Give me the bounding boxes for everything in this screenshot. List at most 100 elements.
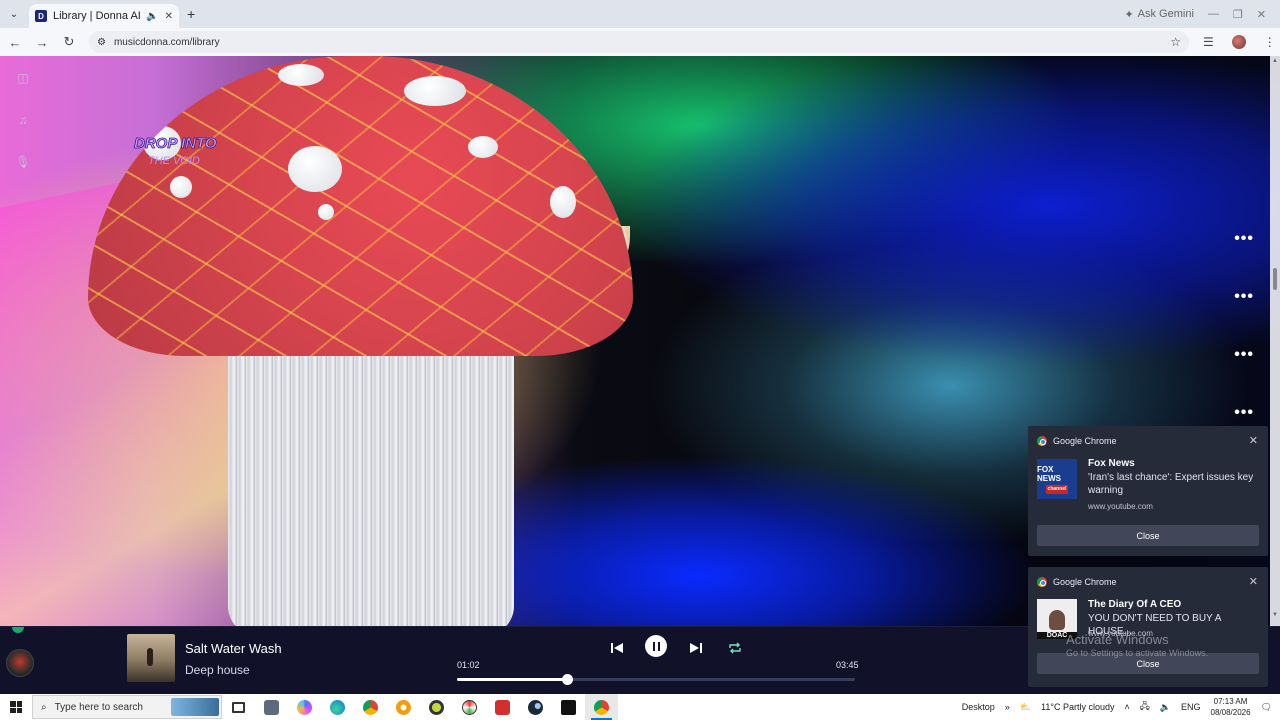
notification-source: www.youtube.com bbox=[1088, 502, 1153, 511]
scrollbar-thumb[interactable] bbox=[1273, 268, 1277, 290]
volume-icon[interactable]: 🔈 bbox=[1160, 702, 1171, 713]
tab-title: Library | Donna AI bbox=[53, 10, 141, 22]
more-options-icon[interactable]: ••• bbox=[1234, 404, 1254, 422]
progress-fill bbox=[457, 678, 567, 681]
repeat-button[interactable] bbox=[724, 637, 746, 659]
song-title[interactable]: Salt Water Wash bbox=[185, 641, 282, 656]
microphone-icon[interactable]: 🎙 bbox=[15, 154, 31, 170]
logo-line-1: DROP INTO bbox=[134, 135, 217, 152]
drop-into-the-void-logo: DROP INTO THE VOID bbox=[134, 135, 218, 167]
back-arrow-icon[interactable]: ← bbox=[3, 35, 27, 50]
notification-header: Google Chrome bbox=[1037, 436, 1117, 446]
clock-time: 07:13 AM bbox=[1213, 697, 1248, 706]
browser-toolbar: ← → ↻ ⚙ musicdonna.com/library ☆ ☰ ⋮ bbox=[0, 28, 1280, 56]
close-window-icon[interactable]: ✕ bbox=[1257, 8, 1266, 21]
tab-search-chevron-icon[interactable]: ⌄ bbox=[5, 5, 23, 23]
task-view-icon[interactable] bbox=[222, 694, 255, 720]
chrome-icon bbox=[1037, 577, 1047, 587]
minimize-icon[interactable]: — bbox=[1208, 8, 1219, 20]
next-track-button[interactable] bbox=[685, 637, 707, 659]
toolbar-overflow-icon[interactable]: » bbox=[1005, 702, 1010, 712]
notification-card-fox[interactable]: Google Chrome ✕ FOX NEWS channel Fox New… bbox=[1028, 426, 1268, 556]
edge-browser-icon[interactable] bbox=[321, 694, 354, 720]
chrome-menu-icon[interactable]: ⋮ bbox=[1264, 35, 1276, 49]
skip-forward-icon bbox=[690, 643, 702, 653]
chrome-active-icon[interactable] bbox=[585, 694, 618, 720]
forward-arrow-icon[interactable]: → bbox=[30, 35, 54, 50]
reload-icon[interactable]: ↻ bbox=[57, 34, 81, 50]
taskbar-search-box[interactable]: ⌕ Type here to search bbox=[32, 695, 222, 719]
start-button[interactable] bbox=[0, 694, 32, 720]
sidebar-toggle-icon[interactable]: ◫ bbox=[15, 70, 31, 86]
notification-title: Fox News bbox=[1088, 458, 1135, 469]
network-icon[interactable]: 🖧 bbox=[1140, 699, 1150, 715]
chrome-icon bbox=[1037, 436, 1047, 446]
gemini-sparkle-icon: ✦ bbox=[1124, 8, 1134, 21]
album-cover[interactable] bbox=[127, 634, 175, 682]
copilot-icon[interactable] bbox=[288, 694, 321, 720]
weather-icon[interactable]: ⛅ bbox=[1020, 702, 1031, 713]
notification-title: The Diary Of A CEO bbox=[1088, 599, 1182, 610]
language-indicator[interactable]: ENG bbox=[1181, 702, 1201, 712]
total-duration: 03:45 bbox=[836, 660, 859, 670]
notification-card-doac[interactable]: Google Chrome ✕ DOAC The Diary Of A CEO … bbox=[1028, 567, 1268, 687]
more-options-icon[interactable]: ••• bbox=[1234, 230, 1254, 248]
dismiss-notification-icon[interactable]: ✕ bbox=[1249, 575, 1258, 588]
screen: ⌄ D Library | Donna AI 🔈 ✕ + ✦ Ask Gemin… bbox=[0, 0, 1280, 720]
close-tab-icon[interactable]: ✕ bbox=[165, 11, 173, 22]
user-avatar[interactable] bbox=[6, 649, 34, 677]
ask-gemini-label: Ask Gemini bbox=[1137, 8, 1194, 20]
show-hidden-icons-icon[interactable]: ˄ bbox=[1124, 702, 1129, 712]
cap-spot bbox=[404, 76, 466, 106]
weather-label[interactable]: 11°C Partly cloudy bbox=[1041, 702, 1114, 712]
more-options-icon[interactable]: ••• bbox=[1234, 346, 1254, 364]
notification-body: 'Iran's last chance': Expert issues key … bbox=[1088, 472, 1254, 496]
logo-line-2: THE VOID bbox=[148, 155, 200, 167]
chrome-icon[interactable] bbox=[354, 694, 387, 720]
address-bar[interactable]: ⚙ musicdonna.com/library ☆ bbox=[89, 31, 1189, 53]
reading-list-icon[interactable]: ☰ bbox=[1203, 35, 1214, 49]
thumb-sublabel: channel bbox=[1045, 484, 1069, 494]
scroll-up-icon[interactable]: ▲ bbox=[1272, 58, 1278, 64]
page-scrollbar[interactable]: ▲ ▼ bbox=[1270, 56, 1280, 626]
speaker-icon[interactable]: 🔈 bbox=[146, 11, 158, 22]
new-tab-button[interactable]: + bbox=[187, 6, 195, 22]
notification-app: Google Chrome bbox=[1053, 436, 1117, 446]
activate-windows-title: Activate Windows bbox=[1066, 632, 1169, 647]
more-options-icon[interactable]: ••• bbox=[1234, 288, 1254, 306]
tab-favicon: D bbox=[35, 10, 47, 22]
ask-gemini-button[interactable]: ✦ Ask Gemini bbox=[1124, 8, 1193, 21]
steam-icon[interactable] bbox=[519, 694, 552, 720]
address-url: musicdonna.com/library bbox=[113, 36, 220, 48]
progress-slider[interactable] bbox=[457, 674, 855, 685]
clock-app-icon[interactable] bbox=[420, 694, 453, 720]
song-genre[interactable]: Deep house bbox=[185, 663, 250, 677]
lightning-app-icon[interactable] bbox=[486, 694, 519, 720]
profile-avatar-icon[interactable] bbox=[1231, 35, 1246, 49]
elapsed-time: 01:02 bbox=[457, 660, 480, 670]
system-clock[interactable]: 07:13 AM 08/08/2026 bbox=[1211, 696, 1251, 718]
browser-tab[interactable]: D Library | Donna AI 🔈 ✕ bbox=[29, 4, 179, 28]
maximize-icon[interactable]: ❐ bbox=[1233, 8, 1243, 21]
pause-button[interactable] bbox=[645, 635, 667, 657]
desktop-toolbar-label[interactable]: Desktop bbox=[962, 702, 995, 712]
site-info-icon[interactable]: ⚙ bbox=[97, 37, 106, 48]
notification-app: Google Chrome bbox=[1053, 577, 1117, 587]
progress-handle[interactable] bbox=[561, 674, 573, 685]
scroll-down-icon[interactable]: ▼ bbox=[1272, 612, 1278, 618]
orange-circle-app-icon[interactable] bbox=[387, 694, 420, 720]
notification-center-icon[interactable]: 🗨 bbox=[1261, 702, 1272, 713]
calculator-icon[interactable] bbox=[255, 694, 288, 720]
status-indicator bbox=[12, 627, 24, 633]
system-tray: Desktop » ⛅ 11°C Partly cloudy ˄ 🖧 🔈 ENG… bbox=[962, 696, 1280, 718]
pause-icon bbox=[652, 641, 660, 651]
music-note-icon[interactable]: ♫ bbox=[15, 112, 31, 128]
previous-track-button[interactable] bbox=[606, 637, 628, 659]
cap-spot bbox=[288, 146, 342, 192]
dismiss-notification-icon[interactable]: ✕ bbox=[1249, 434, 1258, 447]
tradingview-icon[interactable] bbox=[552, 694, 585, 720]
disc-app-icon[interactable] bbox=[453, 694, 486, 720]
bookmark-star-icon[interactable]: ☆ bbox=[1170, 35, 1181, 49]
activate-windows-subtitle: Go to Settings to activate Windows. bbox=[1066, 648, 1209, 658]
notification-close-button[interactable]: Close bbox=[1037, 525, 1259, 546]
